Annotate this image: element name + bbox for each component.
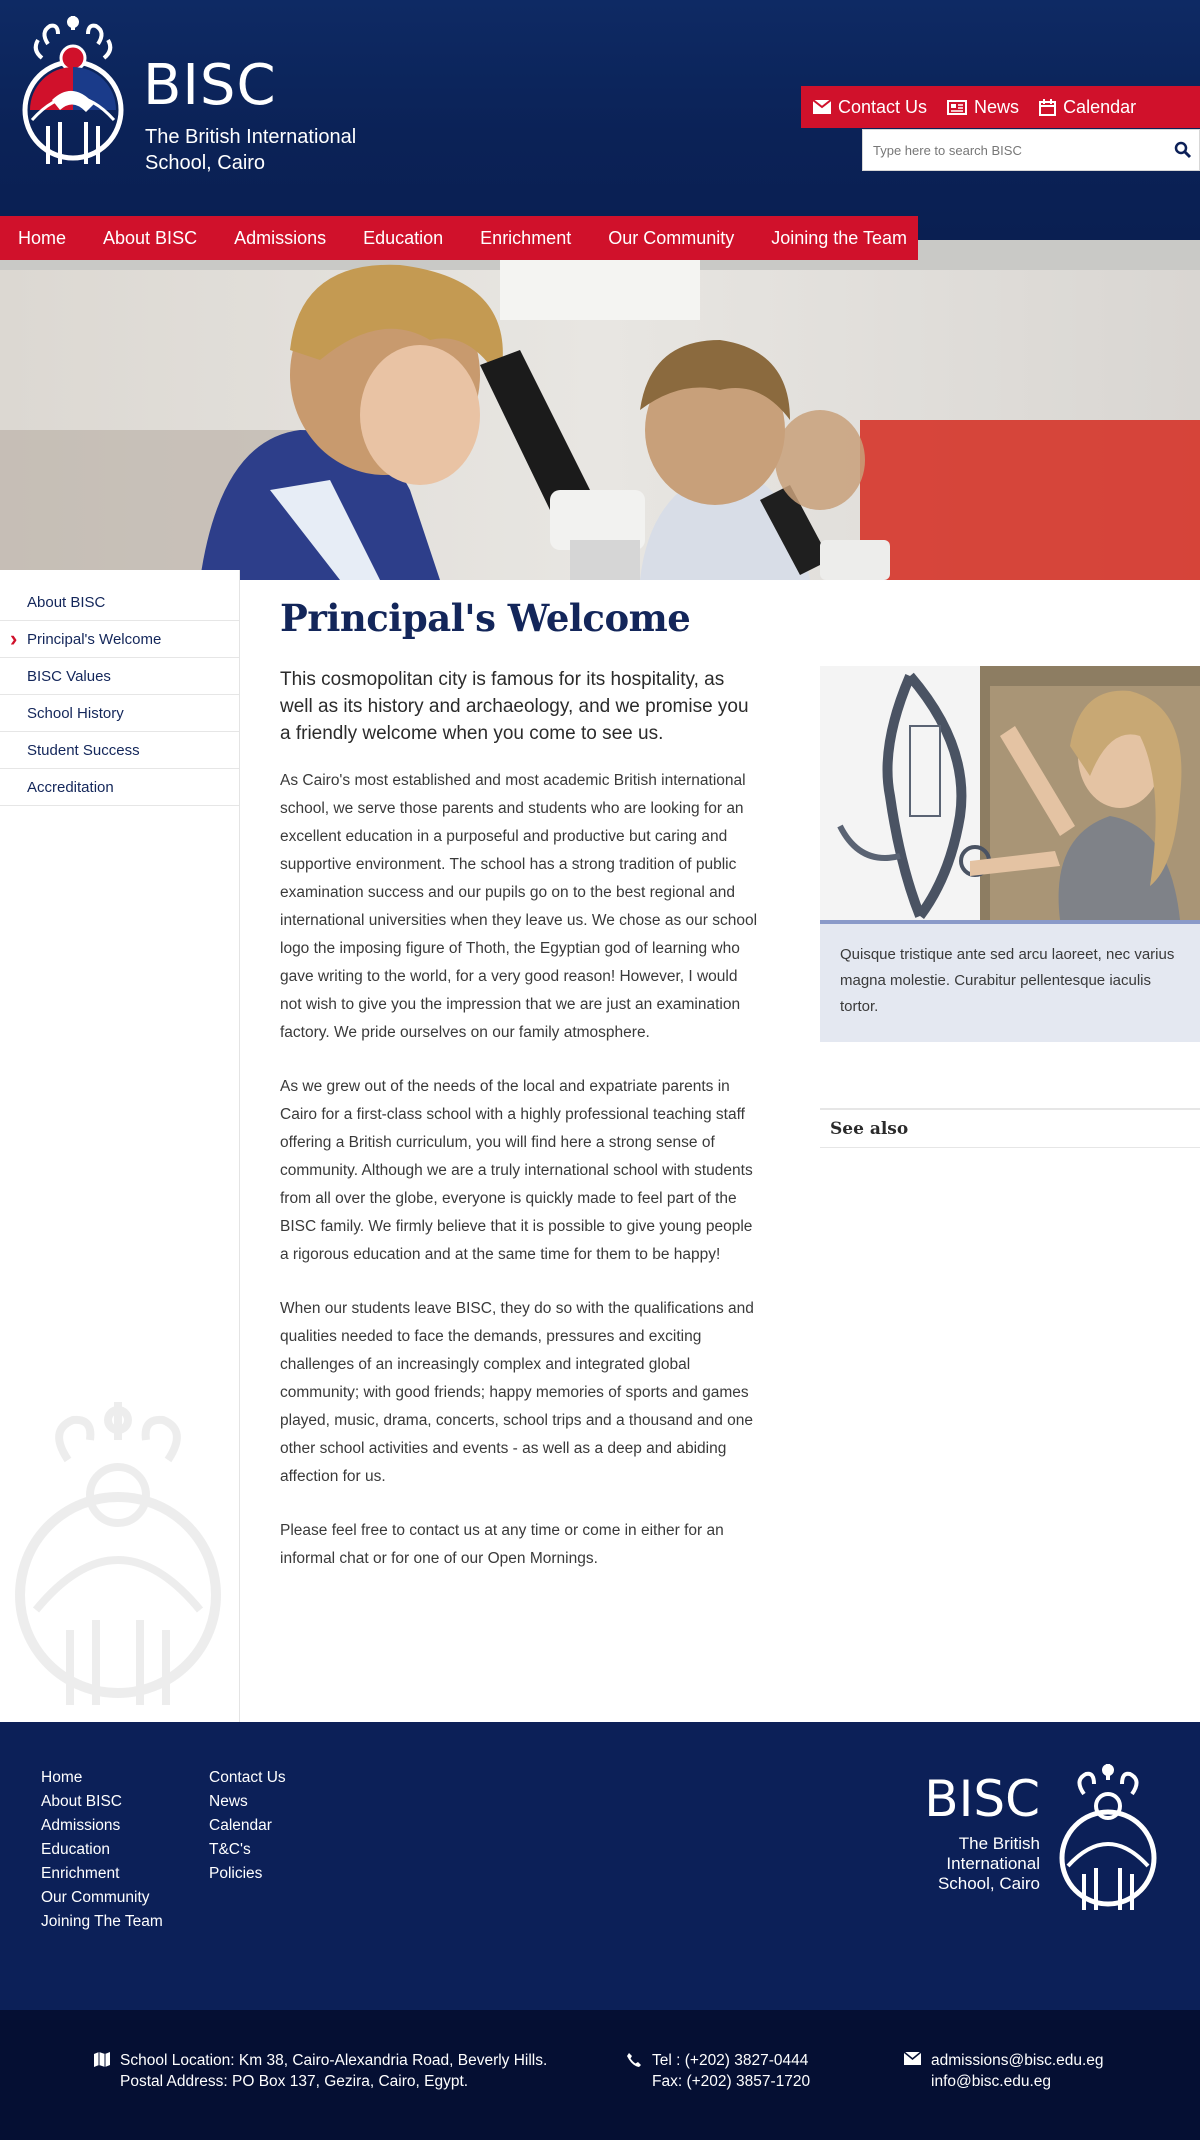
contact-bar: School Location: Km 38, Cairo-Alexandria…	[0, 2010, 1200, 2140]
search-icon[interactable]	[1173, 140, 1193, 160]
envelope-icon	[813, 100, 831, 114]
hero-photo	[0, 240, 1200, 580]
footer-link-home[interactable]: Home	[41, 1766, 163, 1790]
body-paragraph-3: When our students leave BISC, they do so…	[280, 1300, 754, 1486]
footer-logo-icon[interactable]	[1054, 1762, 1162, 1914]
hero-image	[0, 240, 1200, 580]
nav-joining-the-team[interactable]: Joining the Team	[771, 228, 907, 249]
nav-enrichment[interactable]: Enrichment	[480, 228, 571, 249]
sidebar-item-about-bisc[interactable]: About BISC	[0, 584, 239, 621]
info-email-link[interactable]: info@bisc.edu.eg	[931, 2071, 1104, 2092]
admissions-email-link[interactable]: admissions@bisc.edu.eg	[931, 2050, 1104, 2071]
footer-brand[interactable]: BISC The British International School, C…	[920, 1774, 1040, 1894]
nav-home[interactable]: Home	[18, 228, 66, 249]
footer-link-news[interactable]: News	[209, 1790, 286, 1814]
feature-caption: Quisque tristique ante sed arcu laoreet,…	[820, 924, 1200, 1042]
footer-brand-subtitle: The British International School, Cairo	[937, 1834, 1040, 1893]
footer-links-main: Home About BISC Admissions Education Enr…	[41, 1766, 163, 1934]
page-title: Principal's Welcome	[280, 596, 691, 640]
body-paragraph-4: Please feel free to contact us at any ti…	[280, 1522, 724, 1568]
postal-address: Postal Address: PO Box 137, Gezira, Cair…	[120, 2073, 469, 2090]
footer-links-secondary: Contact Us News Calendar T&C's Policies	[209, 1766, 286, 1886]
calendar-icon	[1039, 98, 1057, 116]
school-location: School Location: Km 38, Cairo-Alexandria…	[120, 2052, 548, 2069]
footer-link-about-bisc[interactable]: About BISC	[41, 1790, 163, 1814]
nav-about-bisc[interactable]: About BISC	[103, 228, 197, 249]
bisc-logo-icon[interactable]	[18, 14, 128, 170]
nav-education[interactable]: Education	[363, 228, 443, 249]
sidebar-item-bisc-values[interactable]: BISC Values	[0, 658, 239, 695]
footer-brand-name: BISC	[924, 1770, 1040, 1828]
map-icon	[94, 2052, 110, 2067]
site-footer: Home About BISC Admissions Education Enr…	[0, 1722, 1200, 2010]
calendar-link[interactable]: Calendar	[1039, 97, 1136, 118]
search-input[interactable]	[863, 130, 1163, 170]
footer-link-calendar[interactable]: Calendar	[209, 1814, 286, 1838]
sidebar-item-accreditation[interactable]: Accreditation	[0, 769, 239, 806]
phone-icon	[627, 2053, 641, 2067]
nav-admissions[interactable]: Admissions	[234, 228, 326, 249]
contact-us-link[interactable]: Contact Us	[813, 97, 927, 118]
footer-link-our-community[interactable]: Our Community	[41, 1886, 163, 1910]
sidebar-menu: About BISC Principal's Welcome BISC Valu…	[0, 584, 239, 806]
news-label: News	[974, 96, 1020, 117]
newspaper-icon	[947, 99, 968, 115]
footer-link-admissions[interactable]: Admissions	[41, 1814, 163, 1838]
sidebar-item-school-history[interactable]: School History	[0, 695, 239, 732]
body-paragraph-1: As Cairo's most established and most aca…	[280, 772, 758, 1042]
logo-watermark-icon	[15, 1402, 221, 1705]
footer-link-policies[interactable]: Policies	[209, 1862, 286, 1886]
contact-email: admissions@bisc.edu.eg info@bisc.edu.eg	[904, 2050, 1104, 2092]
footer-link-contact-us[interactable]: Contact Us	[209, 1766, 286, 1790]
sidebar-item-principals-welcome[interactable]: Principal's Welcome	[0, 620, 239, 658]
footer-link-education[interactable]: Education	[41, 1838, 163, 1862]
telephone-number[interactable]: Tel : (+202) 3827-0444	[652, 2050, 810, 2071]
feature-image	[820, 666, 1200, 920]
main-nav: Home About BISC Admissions Education Enr…	[0, 216, 918, 260]
intro-paragraph: This cosmopolitan city is famous for its…	[280, 669, 749, 745]
brand-subtitle: The British International School, Cairo	[145, 126, 357, 174]
footer-link-tcs[interactable]: T&C's	[209, 1838, 286, 1862]
contact-phone: Tel : (+202) 3827-0444 Fax: (+202) 3857-…	[626, 2050, 810, 2092]
see-also-heading: See also	[820, 1108, 1200, 1148]
main-content: Principal's Welcome This cosmopolitan ci…	[280, 596, 760, 1573]
site-header: BISC The British International School, C…	[0, 0, 1200, 240]
utility-nav: Contact Us News Calendar	[801, 86, 1200, 128]
nav-our-community[interactable]: Our Community	[608, 228, 734, 249]
feature-card: Quisque tristique ante sed arcu laoreet,…	[820, 666, 1200, 1042]
body-paragraph-2: As we grew out of the needs of the local…	[280, 1078, 753, 1264]
brand-name[interactable]: BISC	[143, 58, 277, 114]
envelope-icon	[904, 2052, 921, 2065]
calendar-label: Calendar	[1063, 96, 1137, 117]
footer-link-joining-the-team[interactable]: Joining The Team	[41, 1910, 163, 1934]
sidebar-item-student-success[interactable]: Student Success	[0, 732, 239, 769]
feature-photo	[820, 666, 1200, 920]
footer-link-enrichment[interactable]: Enrichment	[41, 1862, 163, 1886]
contact-us-label: Contact Us	[838, 96, 928, 117]
news-link[interactable]: News	[947, 97, 1019, 118]
fax-number: Fax: (+202) 3857-1720	[652, 2073, 811, 2090]
sidebar: About BISC Principal's Welcome BISC Valu…	[0, 570, 240, 1732]
contact-address: School Location: Km 38, Cairo-Alexandria…	[94, 2050, 547, 2092]
search-box	[862, 129, 1200, 171]
